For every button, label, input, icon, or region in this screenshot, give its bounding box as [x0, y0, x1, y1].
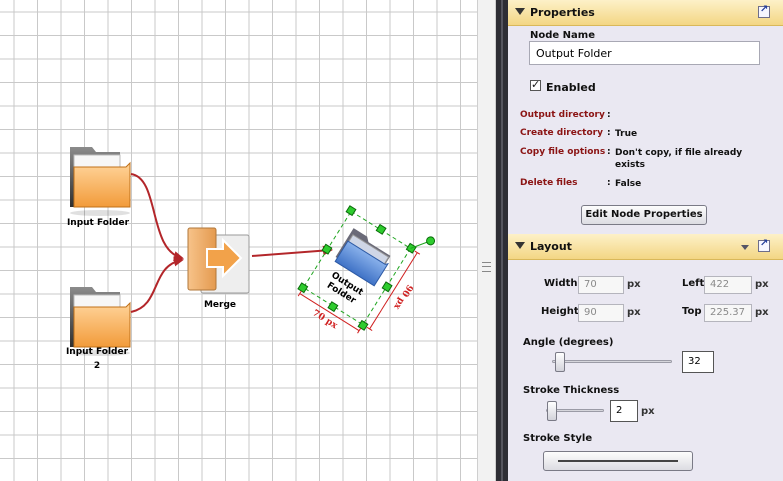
stroke-style-label: Stroke Style: [523, 433, 593, 444]
panel-splitter[interactable]: [496, 0, 508, 481]
popout-icon[interactable]: [758, 238, 770, 252]
top-label: Top: [682, 306, 702, 317]
height-field[interactable]: 90: [578, 304, 624, 322]
edit-node-properties-button[interactable]: Edit Node Properties: [581, 205, 707, 225]
prop-value-copy-file-options: Don't copy, if file already exists: [615, 148, 743, 170]
rotate-handle: [426, 236, 436, 246]
layout-title: Layout: [530, 240, 572, 253]
canvas-vertical-scrollbar[interactable]: [477, 0, 496, 481]
collapse-triangle-icon[interactable]: [515, 8, 525, 15]
height-unit: px: [627, 307, 641, 318]
connector-input2-merge: [130, 256, 184, 313]
stroke-thickness-value-field[interactable]: 2: [610, 400, 638, 422]
width-label: Width: [544, 278, 578, 289]
stroke-style-selector[interactable]: [543, 451, 693, 471]
scrollbar-grip[interactable]: [482, 262, 491, 272]
merge-label: Merge: [203, 300, 237, 310]
left-label: Left: [682, 278, 705, 289]
enabled-checkbox[interactable]: [530, 78, 541, 91]
top-field[interactable]: 225.37: [704, 304, 752, 322]
resize-handle: [297, 282, 309, 294]
prop-key-copy-file-options: Copy file options: [520, 147, 606, 157]
prop-key-create-directory: Create directory: [520, 128, 603, 138]
node-name-input[interactable]: [529, 41, 760, 65]
prop-colon: :: [607, 128, 611, 138]
prop-colon: :: [607, 110, 611, 120]
height-label: Height: [541, 306, 579, 317]
merge-node[interactable]: [186, 226, 252, 296]
enabled-label: Enabled: [546, 81, 596, 94]
left-unit: px: [755, 279, 769, 290]
input-folder-label: Input Folder: [66, 218, 130, 228]
angle-slider-track[interactable]: [552, 360, 672, 363]
properties-title: Properties: [530, 6, 595, 19]
resize-handle: [345, 205, 357, 217]
prop-key-delete-files: Delete files: [520, 178, 578, 188]
resize-handle: [357, 319, 369, 331]
input-folder-2-node[interactable]: [66, 283, 132, 355]
prop-colon: :: [607, 147, 611, 157]
collapse-triangle-icon[interactable]: [515, 242, 525, 249]
prop-key-output-directory: Output directory: [520, 110, 605, 120]
properties-section-header[interactable]: Properties: [508, 0, 783, 26]
angle-value-field[interactable]: 32: [682, 351, 714, 373]
stroke-thickness-label: Stroke Thickness: [523, 385, 620, 396]
width-field[interactable]: 70: [578, 276, 624, 294]
prop-value-create-directory: True: [615, 129, 638, 139]
connector-input1-merge: [130, 173, 184, 262]
dropdown-arrow-icon[interactable]: [741, 245, 749, 250]
width-unit: px: [627, 279, 641, 290]
angle-label: Angle (degrees): [523, 337, 614, 348]
layout-section-header[interactable]: Layout: [508, 234, 783, 260]
stroke-thickness-unit: px: [641, 406, 655, 417]
diagram-canvas[interactable]: Output Folder 70 px 90 px Input Folder I…: [0, 0, 477, 481]
angle-slider-thumb[interactable]: [555, 352, 565, 372]
prop-value-delete-files: False: [615, 179, 642, 189]
output-folder-node[interactable]: [320, 222, 396, 312]
popout-icon[interactable]: [758, 4, 770, 18]
prop-colon: :: [607, 178, 611, 188]
top-unit: px: [755, 307, 769, 318]
left-field[interactable]: 422: [704, 276, 752, 294]
input-folder-node[interactable]: [66, 143, 132, 215]
node-name-label: Node Name: [530, 30, 595, 41]
stroke-thickness-slider-thumb[interactable]: [547, 401, 557, 421]
properties-panel: Properties Node Name Enabled Output dire…: [508, 0, 783, 481]
